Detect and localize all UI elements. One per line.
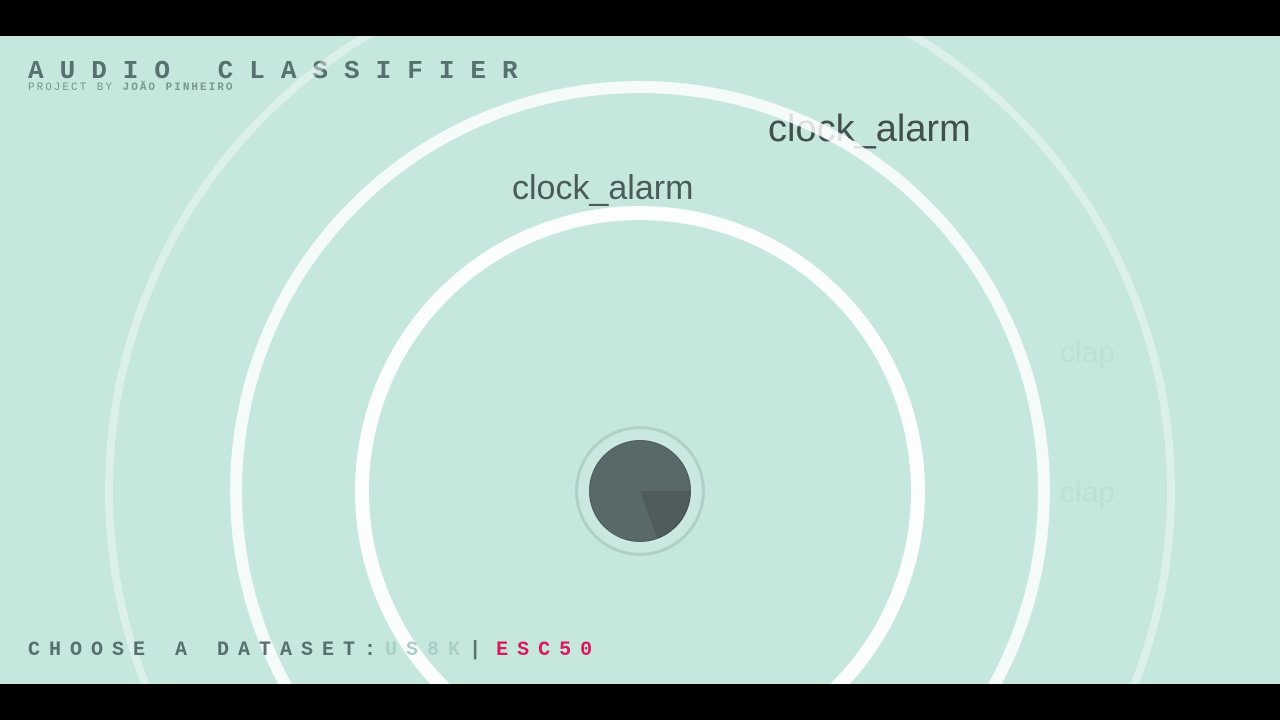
dataset-chooser: CHOOSE A DATASET: US8K | ESC50 (28, 639, 601, 662)
app-stage: AUDIO CLASSIFIER PROJECT BY JOÃO PINHEIR… (0, 36, 1280, 684)
chooser-label: CHOOSE A DATASET: (28, 639, 385, 662)
app-subtitle: PROJECT BY JOÃO PINHEIRO (28, 82, 234, 94)
record-button[interactable] (575, 426, 705, 556)
author-name: JOÃO PINHEIRO (123, 82, 235, 94)
chooser-separator: | (469, 639, 490, 662)
dataset-option-us8k[interactable]: US8K (385, 639, 469, 662)
record-button-face (589, 440, 691, 542)
dataset-option-esc50[interactable]: ESC50 (496, 639, 601, 662)
subtitle-prefix: PROJECT BY (28, 82, 123, 94)
